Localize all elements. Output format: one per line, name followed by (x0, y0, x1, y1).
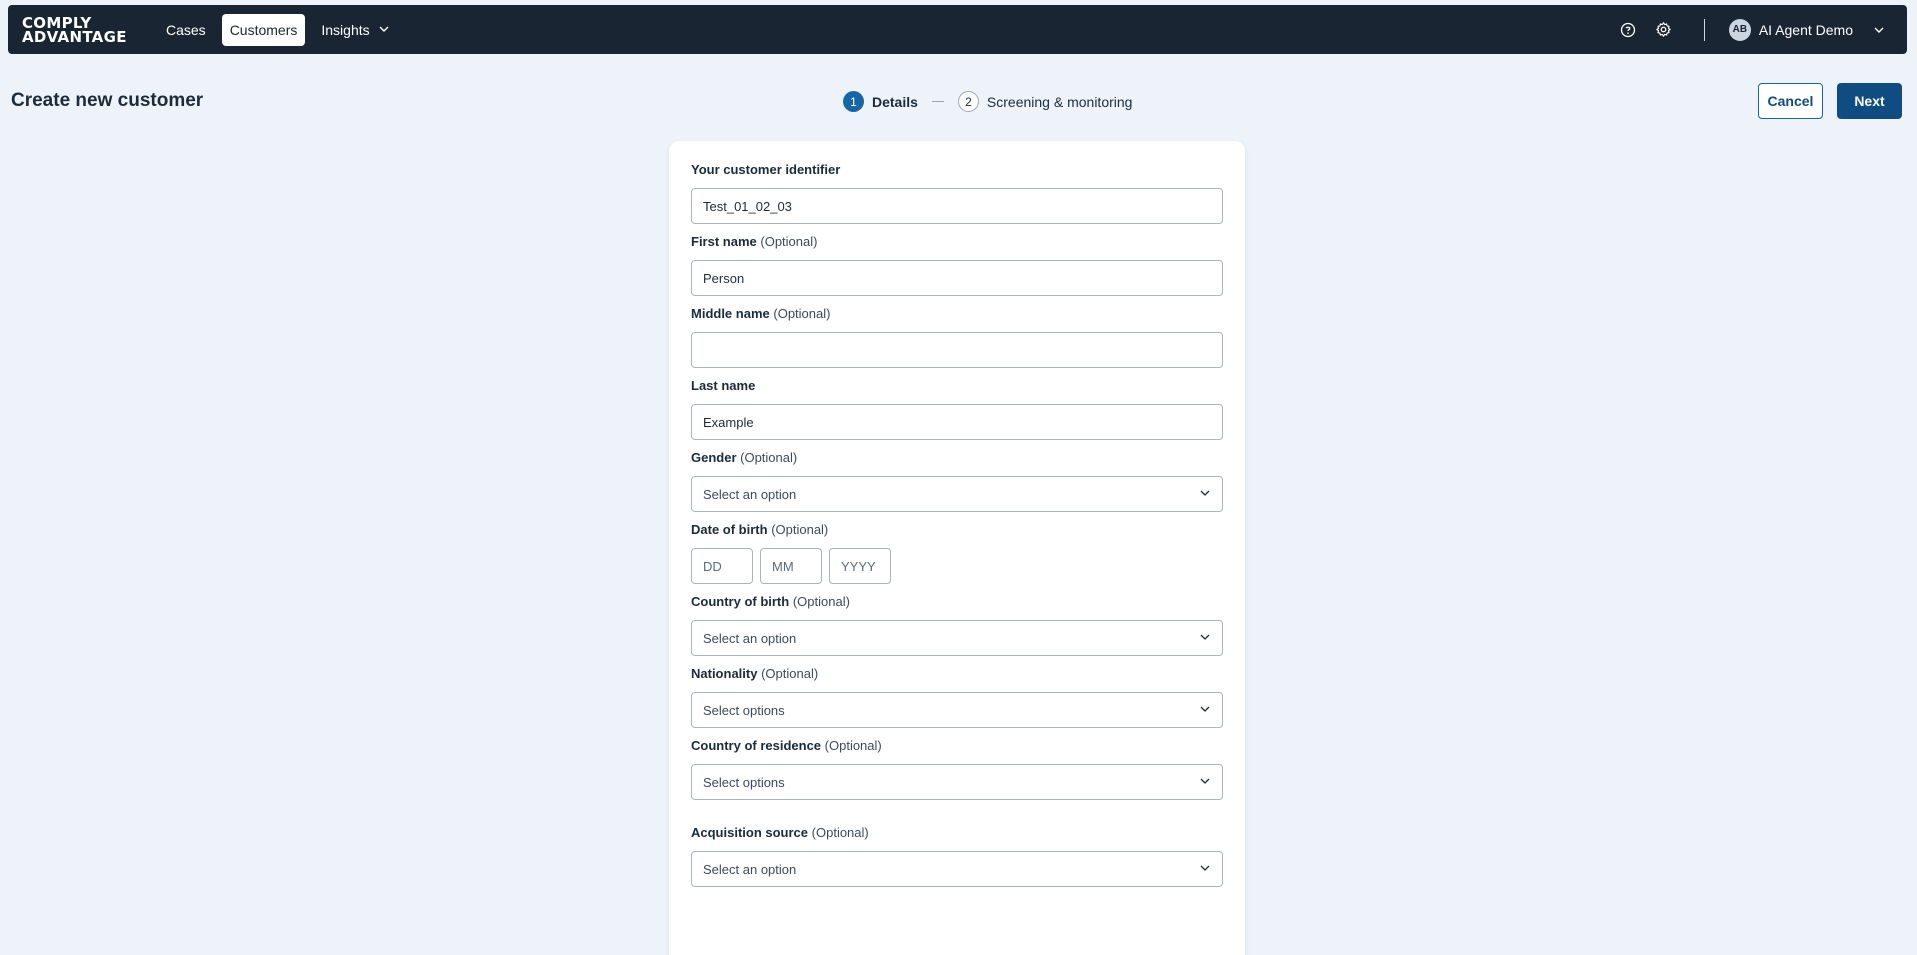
field-middle-name: Middle name (Optional) (691, 306, 1223, 368)
select-placeholder: Select an option (703, 486, 797, 502)
field-label: Middle name (Optional) (691, 306, 831, 321)
user-menu[interactable]: AB AI Agent Demo (1728, 18, 1885, 41)
customer-identifier-input[interactable]: Test_01_02_03 (691, 188, 1223, 224)
field-last-name: Last name Example (691, 378, 1223, 440)
dob-month-input[interactable]: MM (760, 548, 822, 584)
nav-item-label: Cases (166, 21, 206, 38)
field-label: First name (Optional) (691, 234, 818, 249)
step-label-screening: Screening & monitoring (986, 93, 1133, 110)
select-placeholder: Select options (703, 774, 785, 790)
field-label: Gender (Optional) (691, 450, 798, 465)
logo-line-2: ADVANTAGE (22, 27, 127, 46)
field-label: Acquisition source (Optional) (691, 825, 869, 840)
field-label: Country of residence (Optional) (691, 738, 882, 753)
step-divider (931, 101, 944, 102)
field-gender: Gender (Optional) Select an option (691, 450, 1223, 512)
field-label: Your customer identifier (691, 162, 841, 177)
page-title: Create new customer (11, 90, 204, 111)
chevron-down-icon (1199, 862, 1211, 877)
first-name-input[interactable]: Person (691, 260, 1223, 296)
next-button[interactable]: Next (1837, 83, 1902, 119)
field-nationality: Nationality (Optional) Select options (691, 666, 1223, 728)
nav-item-label: Insights (321, 21, 370, 38)
logo[interactable]: COMPLY ADVANTAGE (22, 15, 142, 46)
select-placeholder: Select an option (703, 861, 797, 877)
nav-item-cases[interactable]: Cases (158, 14, 214, 46)
select-placeholder: Select options (703, 702, 785, 718)
avatar: AB (1728, 18, 1751, 41)
chevron-down-icon (1199, 487, 1211, 502)
customer-form-card: Your customer identifier Test_01_02_03 F… (669, 141, 1245, 955)
field-label: Country of birth (Optional) (691, 594, 850, 609)
user-name: AI Agent Demo (1758, 21, 1853, 38)
step-number-1: 1 (843, 91, 864, 112)
acquisition-source-select[interactable]: Select an option (691, 851, 1223, 887)
nav-item-label: Customers (229, 21, 298, 38)
select-placeholder: Select an option (703, 630, 797, 646)
last-name-input[interactable]: Example (691, 404, 1223, 440)
top-navbar: COMPLY ADVANTAGE Cases Customers Insight… (8, 5, 1907, 54)
field-country-of-birth: Country of birth (Optional) Select an op… (691, 594, 1223, 656)
gear-icon[interactable] (1646, 12, 1682, 48)
field-first-name: First name (Optional) Person (691, 234, 1223, 296)
nav-divider (1703, 18, 1705, 41)
field-country-of-residence: Country of residence (Optional) Select o… (691, 738, 1223, 800)
dob-day-input[interactable]: DD (691, 548, 753, 584)
chevron-down-icon (1199, 775, 1211, 790)
step-number-2: 2 (957, 91, 979, 112)
country-of-residence-select[interactable]: Select options (691, 764, 1223, 800)
field-label: Last name (691, 378, 756, 393)
step-label-details: Details (872, 93, 918, 110)
date-of-birth-group: DD MM YYYY (691, 548, 1223, 584)
field-label: Nationality (Optional) (691, 666, 819, 681)
dob-year-input[interactable]: YYYY (829, 548, 891, 584)
nav-item-customers[interactable]: Customers (221, 13, 306, 46)
nav-item-insights[interactable]: Insights (313, 14, 397, 46)
country-of-birth-select[interactable]: Select an option (691, 620, 1223, 656)
field-date-of-birth: Date of birth (Optional) DD MM YYYY (691, 522, 1223, 584)
middle-name-input[interactable] (691, 332, 1223, 368)
nationality-select[interactable]: Select options (691, 692, 1223, 728)
help-icon[interactable] (1610, 12, 1646, 48)
field-acquisition-source: Acquisition source (Optional) Select an … (691, 825, 1223, 887)
chevron-down-icon (1199, 703, 1211, 718)
cancel-button[interactable]: Cancel (1758, 83, 1823, 119)
chevron-down-icon (1199, 631, 1211, 646)
main-nav: Cases Customers Insights (158, 13, 398, 46)
nav-right: AB AI Agent Demo (1610, 5, 1907, 54)
chevron-down-icon (1873, 24, 1885, 36)
stepper: 1 Details 2 Screening & monitoring (843, 91, 1132, 112)
field-customer-identifier: Your customer identifier Test_01_02_03 (691, 162, 1223, 224)
chevron-down-icon (378, 22, 390, 38)
gender-select[interactable]: Select an option (691, 476, 1223, 512)
field-label: Date of birth (Optional) (691, 522, 829, 537)
